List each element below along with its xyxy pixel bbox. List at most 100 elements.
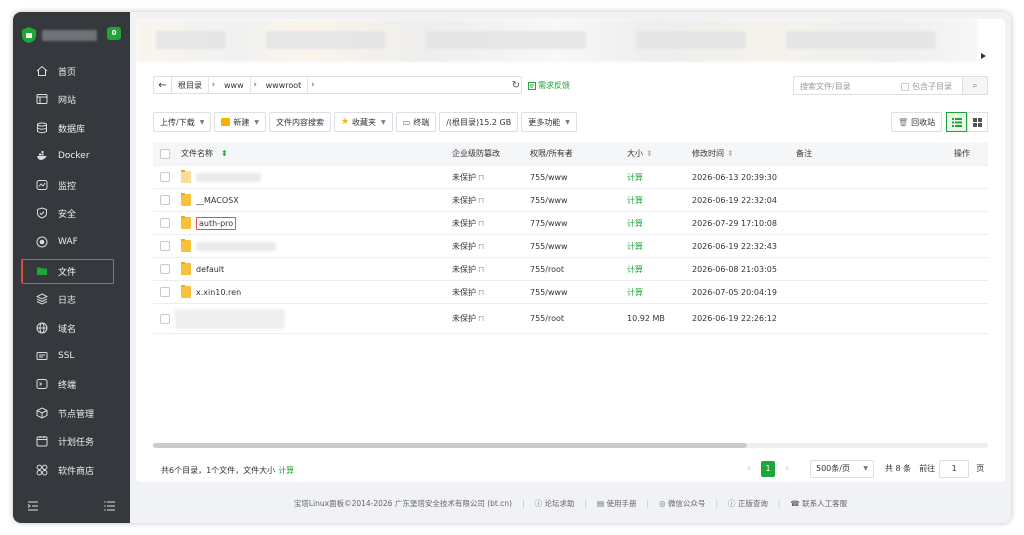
- footer-link-verify[interactable]: ⓘ 正版查询: [728, 498, 768, 509]
- sidebar-item-database[interactable]: 数据库: [13, 114, 130, 142]
- new-button[interactable]: 新建 ▼: [214, 112, 266, 132]
- terminal-button[interactable]: ▭ 终端: [395, 112, 437, 132]
- perm-cell[interactable]: 755/www: [530, 173, 568, 182]
- size-calc-link[interactable]: 计算: [627, 172, 643, 183]
- summary-calc-link[interactable]: 计算: [278, 466, 294, 475]
- refresh-icon[interactable]: ↻: [511, 78, 521, 92]
- size-calc-link[interactable]: 计算: [627, 195, 643, 206]
- search-icon[interactable]: ⌕: [962, 77, 987, 94]
- row-checkbox[interactable]: [160, 287, 170, 297]
- sidebar-item-cron[interactable]: 计划任务: [13, 427, 130, 455]
- perm-cell[interactable]: 775/www: [530, 219, 568, 228]
- prev-page-icon[interactable]: ‹: [741, 461, 757, 477]
- page-unit-label: 页: [976, 464, 985, 473]
- perm-cell[interactable]: 755/www: [530, 196, 568, 205]
- file-name-highlighted[interactable]: auth-pro: [196, 216, 237, 230]
- footer-link-wechat[interactable]: ◎ 微信公众号: [659, 498, 705, 509]
- table-row[interactable]: 未保护 ⊓ 755/www 计算 2026-06-13 20:39:30: [153, 166, 988, 189]
- header-size[interactable]: 大小 ⬍: [627, 148, 653, 159]
- table-row[interactable]: default 未保护 ⊓ 755/root 计算 2026-06-08 21:0…: [153, 258, 988, 281]
- size-calc-link[interactable]: 计算: [627, 264, 643, 275]
- disk-button[interactable]: /(根目录)15.2 GB: [439, 112, 519, 132]
- table-row[interactable]: 未保护 ⊓ 755/www 计算 2026-06-19 22:32:43: [153, 235, 988, 258]
- upload-download-button[interactable]: 上传/下载 ▼: [153, 112, 212, 132]
- breadcrumb-wwwroot[interactable]: wwwroot ›: [260, 77, 318, 93]
- select-all-checkbox[interactable]: [160, 148, 170, 159]
- header-name[interactable]: 文件名称 ⬍: [181, 148, 228, 159]
- size-calc-link[interactable]: 计算: [627, 241, 643, 252]
- file-name[interactable]: default: [196, 265, 224, 274]
- feedback-link[interactable]: 需求反馈: [528, 80, 570, 91]
- sidebar-item-home[interactable]: 首页: [13, 57, 130, 85]
- page-number-current[interactable]: 1: [761, 460, 775, 477]
- sidebar-item-website[interactable]: 网站: [13, 85, 130, 113]
- menu-list-icon[interactable]: [104, 500, 116, 512]
- table-row[interactable]: 未保护 ⊓ 755/root 10.92 MB 2026-06-19 22:26:…: [153, 304, 988, 334]
- sidebar-item-domain[interactable]: 域名: [13, 314, 130, 342]
- content-search-button[interactable]: 文件内容搜索: [268, 112, 331, 132]
- include-subdir-checkbox[interactable]: 包含子目录: [901, 81, 952, 92]
- table-row[interactable]: __MACOSX 未保护 ⊓ 755/www 计算 2026-06-19 22:3…: [153, 189, 988, 212]
- perm-cell[interactable]: 755/root: [530, 314, 564, 323]
- sidebar-item-terminal[interactable]: 终端: [13, 370, 130, 398]
- sidebar-item-ssl[interactable]: SSL: [13, 342, 130, 370]
- perm-cell[interactable]: 755/root: [530, 265, 564, 274]
- table-row[interactable]: auth-pro 未保护 ⊓ 775/www 计算 2026-07-29 17:1…: [153, 212, 988, 235]
- list-view-icon[interactable]: [946, 112, 967, 132]
- sidebar-item-waf[interactable]: WAF: [13, 228, 130, 256]
- protection-cell[interactable]: 未保护 ⊓: [452, 287, 484, 298]
- row-checkbox[interactable]: [160, 264, 170, 274]
- sidebar-item-store[interactable]: 软件商店: [13, 456, 130, 484]
- next-page-icon[interactable]: ›: [779, 461, 795, 477]
- grid-view-icon[interactable]: [967, 112, 988, 132]
- sidebar-item-monitor[interactable]: 监控: [13, 171, 130, 199]
- breadcrumb-root[interactable]: 根目录 ›: [172, 77, 218, 93]
- page-size-select[interactable]: 500条/页 ▼: [810, 459, 874, 478]
- row-checkbox[interactable]: [160, 218, 170, 228]
- file-name[interactable]: __MACOSX: [196, 196, 239, 205]
- recycle-bin-button[interactable]: 🗑 回收站: [891, 112, 943, 132]
- goto-page-input[interactable]: 1: [939, 459, 970, 478]
- perm-cell[interactable]: 755/www: [530, 288, 568, 297]
- size-calc-link[interactable]: 计算: [627, 287, 643, 298]
- search-input[interactable]: 搜索文件/目录: [800, 81, 851, 92]
- message-badge[interactable]: 0: [107, 27, 121, 40]
- file-name-cell: x.xin10.ren: [181, 285, 241, 298]
- button-label: 上传/下载: [160, 117, 195, 127]
- scrollbar-thumb[interactable]: [153, 443, 747, 448]
- favorites-button[interactable]: ★ 收藏夹 ▼: [333, 112, 393, 132]
- file-name[interactable]: x.xin10.ren: [196, 288, 241, 297]
- view-toggle: [946, 112, 988, 132]
- sidebar-item-nodes[interactable]: 节点管理: [13, 399, 130, 427]
- size-calc-link[interactable]: 计算: [627, 218, 643, 229]
- footer-link-support[interactable]: ☎ 联系人工客服: [790, 498, 847, 509]
- footer-link-manual[interactable]: ▤ 使用手册: [597, 498, 636, 509]
- header-mtime[interactable]: 修改时间 ⬍: [692, 148, 734, 159]
- back-arrow-icon[interactable]: ←: [154, 77, 172, 93]
- protection-cell[interactable]: 未保护 ⊓: [452, 241, 484, 252]
- row-checkbox[interactable]: [160, 241, 170, 251]
- protection-cell[interactable]: 未保护 ⊓: [452, 172, 484, 183]
- chevron-down-icon: ▼: [381, 118, 386, 126]
- perm-cell[interactable]: 755/www: [530, 242, 568, 251]
- sidebar-item-security[interactable]: 安全: [13, 199, 130, 227]
- protection-cell[interactable]: 未保护 ⊓: [452, 264, 484, 275]
- collapse-menu-icon[interactable]: [27, 500, 39, 512]
- row-checkbox[interactable]: [160, 195, 170, 205]
- breadcrumb-label: wwwroot: [265, 80, 302, 90]
- more-functions-button[interactable]: 更多功能 ▼: [521, 112, 577, 132]
- breadcrumb-www[interactable]: www ›: [218, 77, 260, 93]
- table-row[interactable]: x.xin10.ren 未保护 ⊓ 755/www 计算 2026-07-05 2…: [153, 281, 988, 304]
- row-checkbox[interactable]: [160, 172, 170, 182]
- protection-cell[interactable]: 未保护 ⊓: [452, 218, 484, 229]
- sidebar-item-docker[interactable]: Docker: [13, 142, 130, 170]
- protection-cell[interactable]: 未保护 ⊓: [452, 313, 484, 324]
- tab-scroll-right-icon[interactable]: [981, 53, 986, 59]
- protection-cell[interactable]: 未保护 ⊓: [452, 195, 484, 206]
- horizontal-scrollbar[interactable]: [153, 443, 988, 448]
- sidebar-item-logs[interactable]: 日志: [13, 285, 130, 313]
- file-name-cell: [181, 239, 281, 252]
- footer-link-forum[interactable]: ⓘ 论坛求助: [535, 498, 575, 509]
- row-checkbox[interactable]: [160, 313, 170, 324]
- mtime-cell: 2026-06-13 20:39:30: [692, 172, 777, 182]
